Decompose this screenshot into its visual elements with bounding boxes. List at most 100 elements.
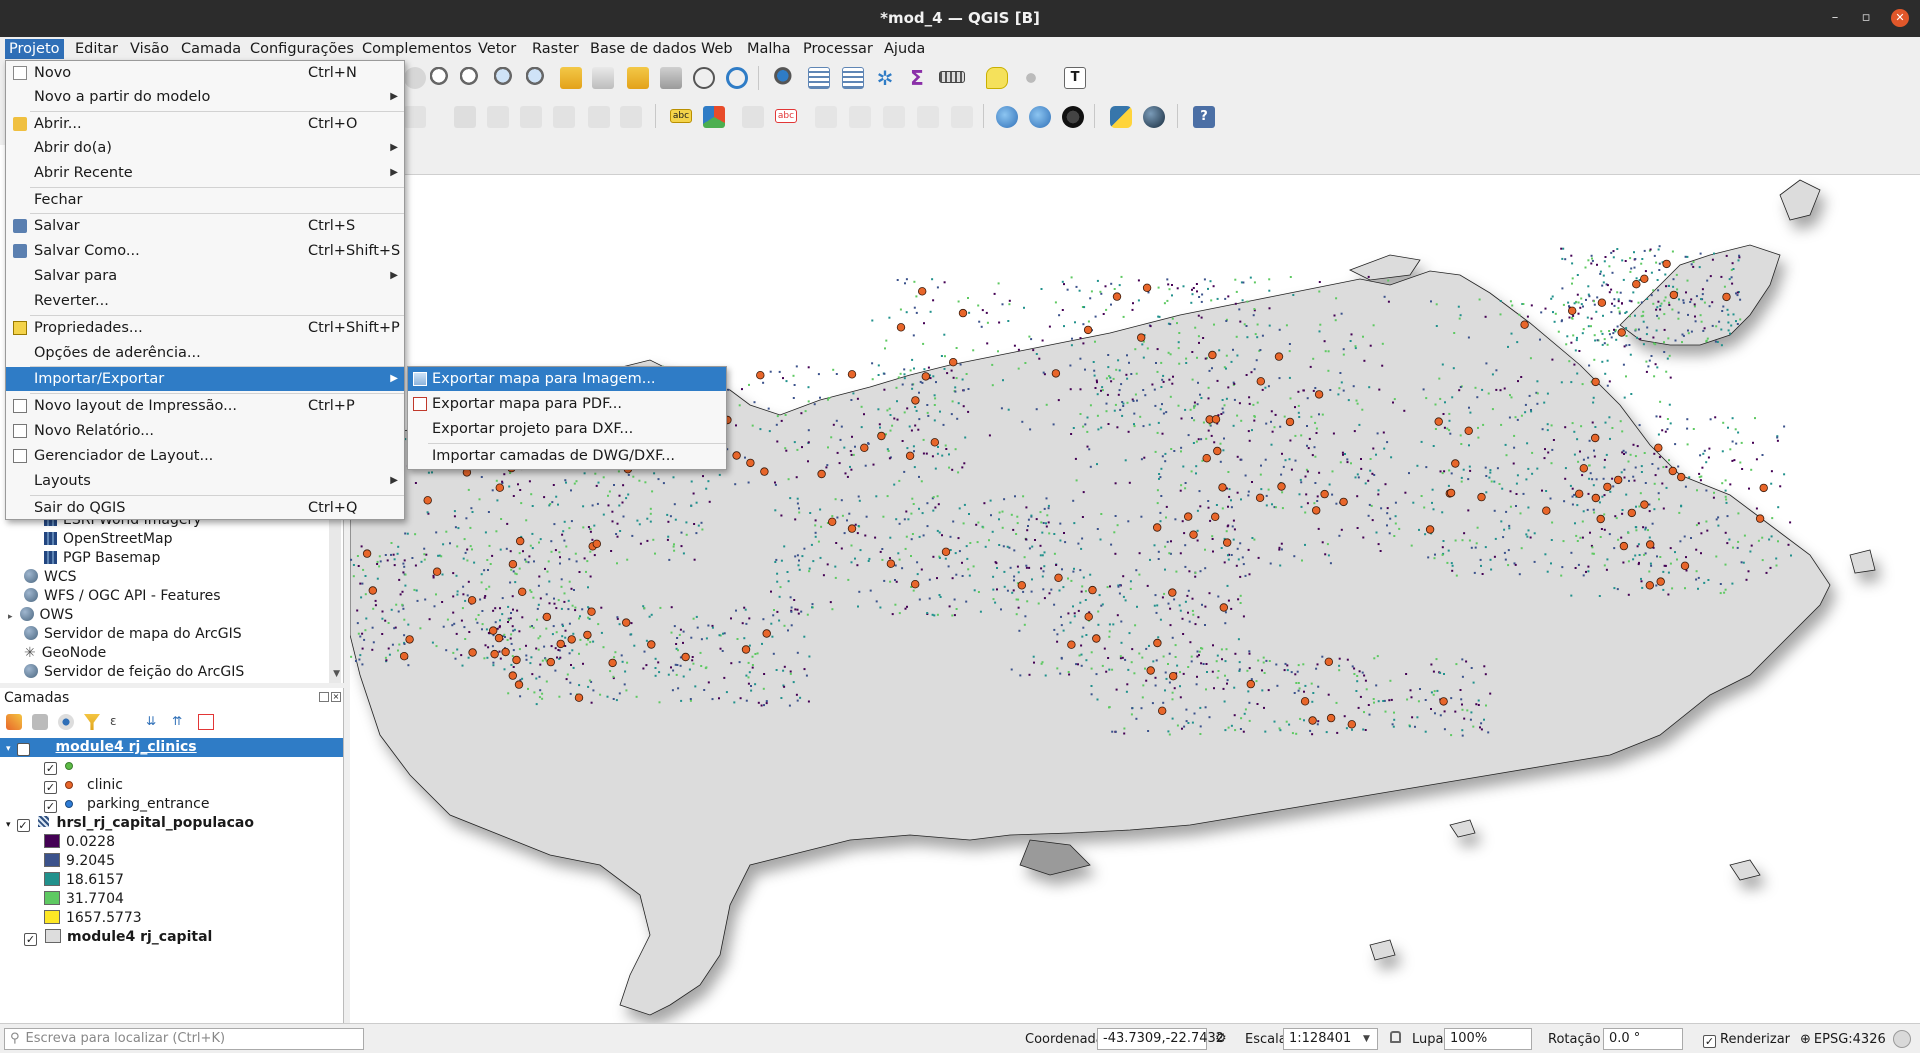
add-group-icon[interactable] xyxy=(32,714,48,730)
spatial-bookmark-icon[interactable] xyxy=(1020,67,1042,89)
rotation-field[interactable]: 0.0 ° xyxy=(1603,1028,1683,1050)
menu-ajuda[interactable]: Ajuda xyxy=(880,39,929,59)
submenu-exportar-dxf[interactable]: Exportar projeto para DXF... xyxy=(408,417,726,441)
messages-icon[interactable] xyxy=(1893,1030,1911,1048)
browser-item-geonode[interactable]: ✳ GeoNode xyxy=(24,644,106,663)
lock-scale-icon[interactable] xyxy=(1390,1031,1401,1043)
browser-item-openstreetmap[interactable]: OpenStreetMap xyxy=(44,530,172,549)
crs-button[interactable]: ⊕ EPSG:4326 xyxy=(1800,1032,1886,1047)
metasearch-results-icon[interactable] xyxy=(1029,106,1051,128)
temporal-clock-icon[interactable] xyxy=(693,67,715,89)
close-button[interactable]: ✕ xyxy=(1891,9,1909,27)
legend-class-parking-entrance[interactable]: ✓ parking_entrance xyxy=(44,795,209,814)
coordinate-field[interactable]: -43.7309,-22.7432 xyxy=(1097,1028,1224,1050)
identify-features-icon[interactable] xyxy=(774,67,796,89)
metasearch-icon[interactable] xyxy=(996,106,1018,128)
menu-item-novo-relatorio[interactable]: Novo Relatório... xyxy=(6,419,404,443)
refresh-icon[interactable] xyxy=(726,67,748,89)
menu-vetor[interactable]: Vetor xyxy=(474,39,520,59)
menu-web[interactable]: Web xyxy=(697,39,737,59)
menu-item-novo-layout[interactable]: Novo layout de Impressão... Ctrl+P xyxy=(6,394,404,418)
map-tips-icon[interactable] xyxy=(986,67,1008,89)
menu-item-layouts[interactable]: Layouts ▶ xyxy=(6,469,404,493)
python-console-icon[interactable] xyxy=(1110,106,1132,128)
field-calculator-icon[interactable] xyxy=(842,67,864,89)
collapse-all-icon[interactable]: ⇈ xyxy=(172,714,188,730)
new-bookmark-icon[interactable] xyxy=(627,67,649,89)
menu-processar[interactable]: Processar xyxy=(799,39,877,59)
delete-selected-icon[interactable] xyxy=(454,106,476,128)
redo-icon[interactable] xyxy=(620,106,642,128)
browser-item-wfs[interactable]: WFS / OGC API - Features xyxy=(24,587,221,606)
show-hide-labels-icon[interactable] xyxy=(917,106,939,128)
label-properties-icon[interactable] xyxy=(951,106,973,128)
rotate-label-icon[interactable] xyxy=(849,106,871,128)
copy-features-icon[interactable] xyxy=(520,106,542,128)
menu-visao[interactable]: Visão xyxy=(126,39,173,59)
scroll-down-icon[interactable]: ▼ xyxy=(333,669,340,679)
menu-item-importar-exportar[interactable]: Importar/Exportar ▶ xyxy=(6,367,404,391)
text-annotation-icon[interactable]: T xyxy=(1064,67,1086,89)
menu-item-sair[interactable]: Sair do QGIS Ctrl+Q xyxy=(6,496,404,520)
menu-base-de-dados[interactable]: Base de dados xyxy=(586,39,700,59)
browser-item-pgp-basemap[interactable]: PGP Basemap xyxy=(44,549,160,568)
qgis-globe-icon[interactable] xyxy=(1143,106,1165,128)
legend-class-clinic[interactable]: ✓ clinic xyxy=(44,776,123,795)
manage-visibility-icon[interactable] xyxy=(58,714,74,730)
menu-item-salvar[interactable]: Salvar Ctrl+S xyxy=(6,214,404,238)
submenu-exportar-imagem[interactable]: Exportar mapa para Imagem... xyxy=(408,367,726,391)
collapse-arrow-icon[interactable]: ▾ xyxy=(6,820,11,830)
undo-icon[interactable] xyxy=(588,106,610,128)
toggle-extents-icon[interactable]: ⚙ xyxy=(1215,1031,1227,1046)
zoom-in-icon[interactable] xyxy=(430,67,452,89)
edit-pencil-icon[interactable] xyxy=(404,106,426,128)
menu-raster[interactable]: Raster xyxy=(528,39,583,59)
submenu-exportar-pdf[interactable]: Exportar mapa para PDF... xyxy=(408,392,726,416)
cut-features-icon[interactable] xyxy=(487,106,509,128)
show-bookmarks-icon[interactable] xyxy=(660,67,682,89)
menu-item-gerenciador-layout[interactable]: Gerenciador de Layout... xyxy=(6,444,404,468)
collapse-arrow-icon[interactable]: ▾ xyxy=(6,744,11,754)
filter-expression-icon[interactable]: ε xyxy=(110,714,126,730)
locator-search-input[interactable]: ⚲ Escreva para localizar (Ctrl+K) xyxy=(4,1028,364,1050)
remove-layer-icon[interactable] xyxy=(198,714,214,730)
menu-item-abrir-do[interactable]: Abrir do(a) ▶ xyxy=(6,136,404,160)
highlight-pinned-labels-icon[interactable]: abc xyxy=(775,109,797,123)
expand-all-icon[interactable]: ⇊ xyxy=(146,714,162,730)
pin-labels-icon[interactable] xyxy=(742,106,764,128)
menu-item-fechar[interactable]: Fechar xyxy=(6,188,404,212)
menu-complementos[interactable]: Complementos xyxy=(358,39,476,59)
panel-float-icon[interactable] xyxy=(319,692,329,702)
legend-class-unnamed[interactable]: ✓ xyxy=(44,757,81,776)
statistics-sigma-icon[interactable]: Σ xyxy=(906,67,928,89)
menu-item-novo-modelo[interactable]: Novo a partir do modelo ▶ xyxy=(6,85,404,109)
minimize-button[interactable]: – xyxy=(1827,10,1843,26)
restore-button[interactable]: ▫ xyxy=(1858,10,1874,26)
zoom-full-icon[interactable] xyxy=(404,67,426,89)
menu-projeto[interactable]: Projeto xyxy=(5,39,64,59)
filter-legend-icon[interactable] xyxy=(84,714,100,730)
browser-item-arcgis-map-server[interactable]: Servidor de mapa do ArcGIS xyxy=(24,625,242,644)
map-canvas[interactable] xyxy=(350,175,1920,1023)
menu-malha[interactable]: Malha xyxy=(743,39,795,59)
help-icon[interactable]: ? xyxy=(1193,106,1215,128)
diagram-options-icon[interactable] xyxy=(703,106,725,128)
zoom-layer-icon[interactable] xyxy=(526,67,548,89)
menu-item-abrir[interactable]: Abrir... Ctrl+O xyxy=(6,112,404,136)
measure-line-icon[interactable] xyxy=(939,71,965,83)
menu-camada[interactable]: Camada xyxy=(177,39,245,59)
menu-item-salvar-como[interactable]: Salvar Como... Ctrl+Shift+S xyxy=(6,239,404,263)
menu-item-propriedades[interactable]: Propriedades... Ctrl+Shift+P xyxy=(6,316,404,340)
menu-item-abrir-recente[interactable]: Abrir Recente ▶ xyxy=(6,161,404,185)
zoom-native-icon[interactable] xyxy=(560,67,582,89)
menu-item-novo[interactable]: Novo Ctrl+N xyxy=(6,61,404,85)
expand-arrow-icon[interactable]: ▸ xyxy=(8,612,13,622)
menu-item-reverter[interactable]: Reverter... xyxy=(6,289,404,313)
panel-close-icon[interactable]: × xyxy=(331,692,341,702)
label-toolbar-abc-icon[interactable]: abc xyxy=(670,109,692,123)
submenu-importar-dwg[interactable]: Importar camadas de DWG/DXF... xyxy=(408,444,726,468)
processing-toolbox-icon[interactable]: ✲ xyxy=(874,67,896,89)
move-label-icon[interactable] xyxy=(815,106,837,128)
style-manager-icon[interactable] xyxy=(6,714,22,730)
layer-visibility-checkbox[interactable]: ✓ xyxy=(16,743,30,756)
